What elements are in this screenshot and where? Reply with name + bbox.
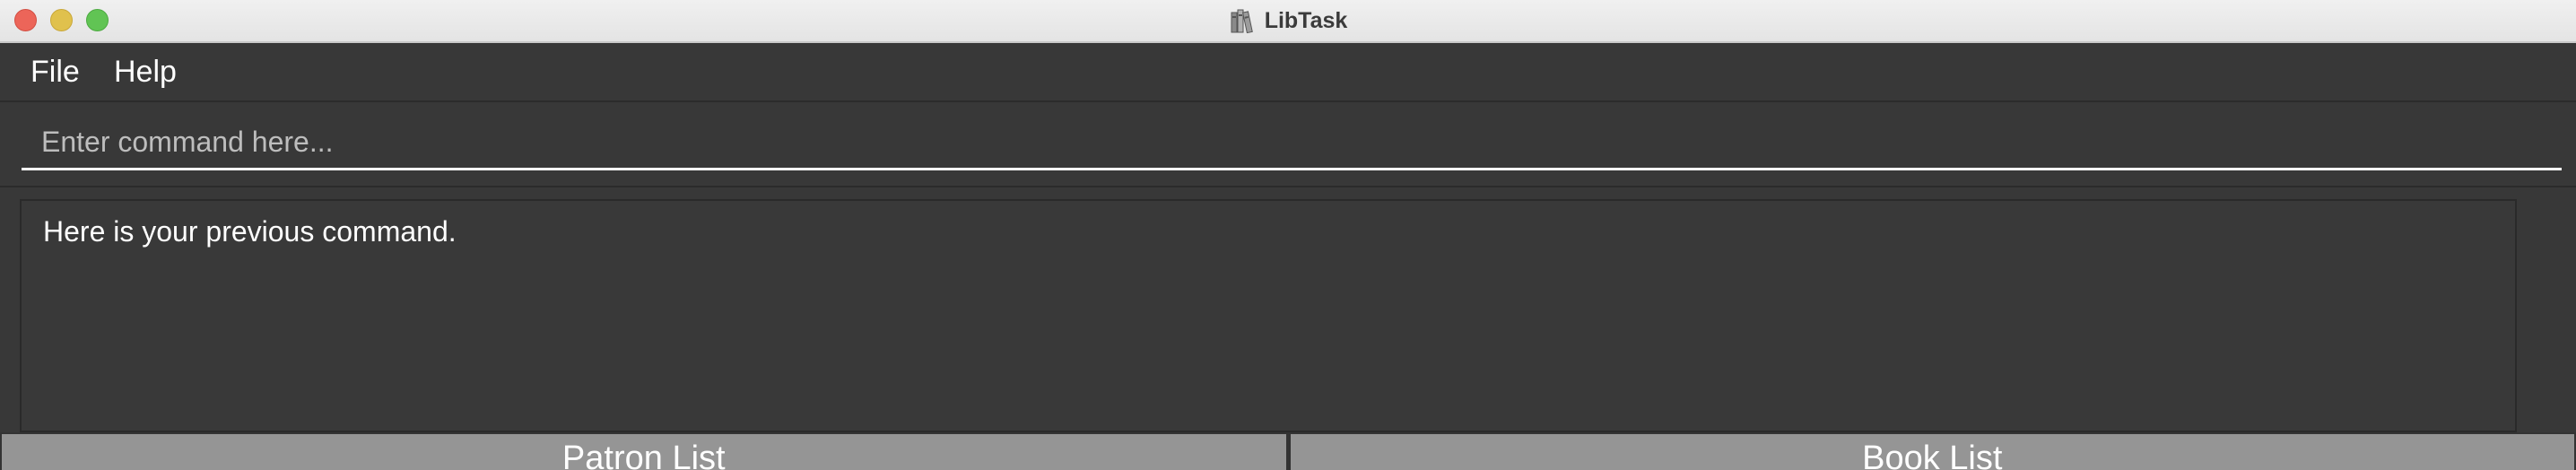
app-window: LibTask File Help Here is your previous … bbox=[0, 0, 2576, 470]
menu-file[interactable]: File bbox=[30, 56, 80, 88]
tab-book-list-label: Book List bbox=[1862, 440, 2003, 470]
menu-bar: File Help bbox=[0, 43, 2576, 102]
tab-patron-list-label: Patron List bbox=[561, 440, 726, 470]
command-box bbox=[0, 102, 2576, 187]
result-message: Here is your previous command. bbox=[43, 215, 457, 248]
tab-book-list[interactable]: Book List bbox=[1287, 432, 2576, 470]
result-display: Here is your previous command. bbox=[20, 199, 2517, 432]
menu-help[interactable]: Help bbox=[114, 56, 177, 88]
title-bar: LibTask bbox=[0, 0, 2576, 43]
tab-patron-list[interactable]: Patron List bbox=[0, 432, 1288, 470]
window-title: LibTask bbox=[1264, 7, 1348, 33]
command-input[interactable] bbox=[22, 117, 2562, 170]
books-icon bbox=[1231, 9, 1253, 34]
list-tabs: Patron List Book List bbox=[0, 432, 2576, 470]
window-title-group: LibTask bbox=[0, 0, 2576, 41]
